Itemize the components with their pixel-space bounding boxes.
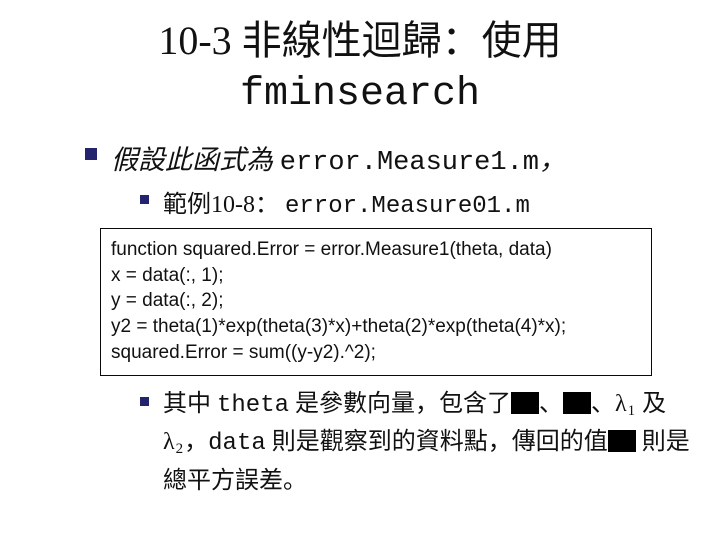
bullet-assume-text: 假設此函式為 error.Measure1.m， xyxy=(111,138,566,178)
title-line-2: fminsearch xyxy=(240,72,480,117)
lambda-symbol: λ xyxy=(163,429,175,455)
bullet-icon xyxy=(140,397,149,406)
desc-part: ， xyxy=(184,429,208,455)
example-code: error.Measure01.m xyxy=(285,193,530,220)
desc-part: 、 xyxy=(539,391,563,417)
description-text: 其中 theta 是參數向量，包含了、、λ1 及 λ2，data 則是觀察到的資… xyxy=(163,386,690,500)
code-line: function squared.Error = error.Measure1(… xyxy=(111,237,641,263)
desc-part: 則是觀察到的資料點，傳回的值 xyxy=(266,429,608,455)
bullet-example: 範例10-8： error.Measure01.m xyxy=(140,184,690,220)
slide-root: 10-3 非線性迴歸：使用 fminsearch 假設此函式為 error.Me… xyxy=(0,0,720,540)
desc-part: 及 xyxy=(636,391,666,417)
desc-part: 、 xyxy=(591,391,615,417)
assume-prefix: 假設此函式為 xyxy=(111,145,280,175)
desc-data: data xyxy=(208,430,266,457)
code-block: function squared.Error = error.Measure1(… xyxy=(100,228,652,376)
desc-part: 是參數向量，包含了 xyxy=(289,391,511,417)
subscript-2: 2 xyxy=(175,441,185,457)
code-line: squared.Error = sum((y-y2).^2); xyxy=(111,340,641,366)
bullet-icon xyxy=(85,148,97,160)
code-line: y2 = theta(1)*exp(theta(3)*x)+theta(2)*e… xyxy=(111,314,641,340)
desc-theta: theta xyxy=(217,392,289,419)
code-line: x = data(:, 1); xyxy=(111,263,641,289)
redacted-box xyxy=(608,430,636,452)
bullet-icon xyxy=(140,195,149,204)
assume-suffix: ， xyxy=(539,145,566,175)
example-label: 範例10-8： xyxy=(163,192,285,218)
example-text: 範例10-8： error.Measure01.m xyxy=(163,184,530,220)
bullet-assume: 假設此函式為 error.Measure1.m， xyxy=(85,138,690,178)
assume-code: error.Measure1.m xyxy=(280,148,539,178)
title-line-1: 10-3 非線性迴歸：使用 xyxy=(158,18,561,63)
redacted-box xyxy=(563,392,591,414)
code-line: y = data(:, 2); xyxy=(111,288,641,314)
slide-title: 10-3 非線性迴歸：使用 fminsearch xyxy=(30,16,690,120)
lambda-symbol: λ xyxy=(615,391,627,417)
redacted-box xyxy=(511,392,539,414)
bullet-description: 其中 theta 是參數向量，包含了、、λ1 及 λ2，data 則是觀察到的資… xyxy=(140,386,690,500)
subscript-1: 1 xyxy=(627,403,637,419)
desc-part: 其中 xyxy=(163,391,217,417)
